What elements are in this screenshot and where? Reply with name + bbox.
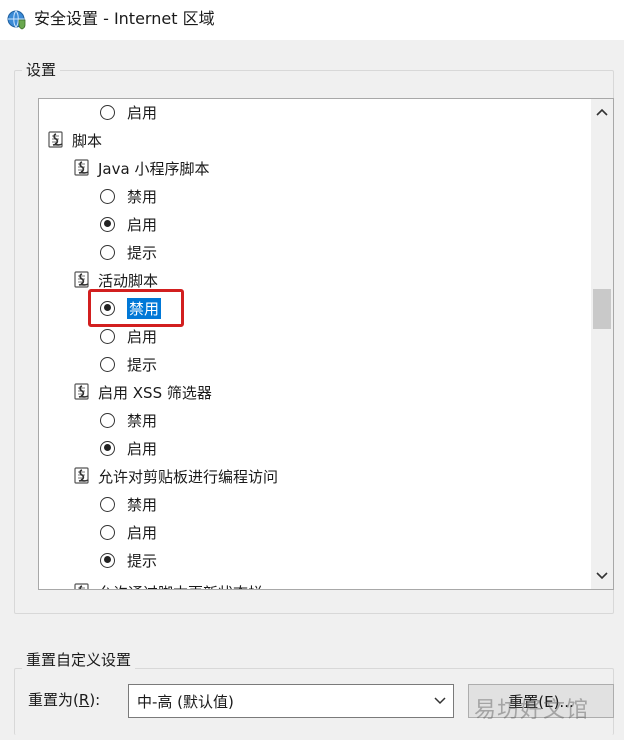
tree-item-label: 脚本 <box>72 131 103 150</box>
scroll-down-arrow-icon[interactable] <box>591 565 613 587</box>
tree-category: 允许对剪贴板进行编程访问 <box>72 463 278 489</box>
tree-item-label: 允许对剪贴板进行编程访问 <box>98 467 279 486</box>
reset-button[interactable]: 重置(E)... <box>468 684 614 718</box>
tree-item-label: 启用 <box>127 103 158 122</box>
scroll-up-arrow-icon[interactable] <box>591 101 613 123</box>
tree-item-label: 禁用 <box>127 411 158 430</box>
radio-unchecked-icon[interactable] <box>100 356 115 372</box>
tree-category: 启用 XSS 筛选器 <box>72 379 212 405</box>
tree-item-label: 禁用 <box>127 495 158 514</box>
radio-unchecked-icon[interactable] <box>100 412 115 428</box>
tree-item-label: 提示 <box>127 355 158 374</box>
tree-item-label: 禁用 <box>127 187 158 206</box>
script-settings-icon <box>72 270 92 290</box>
vertical-scrollbar[interactable] <box>591 99 613 589</box>
tree-option-radio-row[interactable]: 禁用 <box>100 491 157 517</box>
scroll-thumb[interactable] <box>593 289 611 329</box>
tree-item-label: Java 小程序脚本 <box>98 159 210 178</box>
tree-category: Java 小程序脚本 <box>72 155 209 181</box>
tree-item-label: 启用 <box>127 215 158 234</box>
tree-item-label: 活动脚本 <box>98 271 159 290</box>
script-settings-icon <box>72 466 92 486</box>
radio-unchecked-icon[interactable] <box>100 104 115 120</box>
tree-category: 允许通过脚本更新状态栏 <box>72 579 263 590</box>
radio-checked-icon[interactable] <box>100 216 115 232</box>
title-bar: 安全设置 - Internet 区域 <box>0 0 624 40</box>
tree-item-label: 启用 <box>127 327 158 346</box>
reset-to-label: 重置为(R): <box>28 691 101 709</box>
tree-item-label: 启用 XSS 筛选器 <box>98 383 212 402</box>
settings-group-label: 设置 <box>22 60 61 80</box>
reset-group-label: 重置自定义设置 <box>22 650 136 670</box>
security-level-select[interactable]: 中-高 (默认值) <box>128 684 454 718</box>
radio-unchecked-icon[interactable] <box>100 496 115 512</box>
window-title: 安全设置 - Internet 区域 <box>34 9 215 28</box>
tree-item-label: 提示 <box>127 551 158 570</box>
radio-checked-icon[interactable] <box>100 552 115 568</box>
tree-option-radio-row[interactable]: 禁用 <box>100 183 157 209</box>
tree-item-label: 启用 <box>127 523 158 542</box>
annotation-highlight-box <box>88 289 184 327</box>
settings-tree-list[interactable]: 启用 脚本 Java 小程序脚本 禁用 启用 提示 活动脚本 禁用 启用 提示 启用 XSS 筛选器… <box>38 98 614 590</box>
tree-category: 脚本 <box>46 127 102 153</box>
script-settings-icon <box>46 130 66 150</box>
tree-item-label: 提示 <box>127 243 158 262</box>
radio-unchecked-icon[interactable] <box>100 524 115 540</box>
tree-option-radio-row[interactable]: 启用 <box>100 435 157 461</box>
globe-shield-icon <box>7 10 26 30</box>
script-settings-icon <box>72 382 92 402</box>
tree-item-label: 允许通过脚本更新状态栏 <box>98 582 263 590</box>
tree-item-label: 启用 <box>127 439 158 458</box>
tree-option-radio-row[interactable]: 提示 <box>100 351 157 377</box>
chevron-down-icon[interactable] <box>433 693 447 707</box>
tree-option-radio-row[interactable]: 启用 <box>100 211 157 237</box>
radio-unchecked-icon[interactable] <box>100 244 115 260</box>
tree-option-radio-row[interactable]: 提示 <box>100 547 157 573</box>
tree-option-radio-row[interactable]: 禁用 <box>100 407 157 433</box>
script-settings-icon <box>72 158 92 178</box>
security-level-value: 中-高 (默认值) <box>137 692 234 711</box>
radio-unchecked-icon[interactable] <box>100 328 115 344</box>
radio-unchecked-icon[interactable] <box>100 188 115 204</box>
tree-option-radio-row[interactable]: 启用 <box>100 99 157 125</box>
script-settings-icon <box>72 582 92 589</box>
radio-checked-icon[interactable] <box>100 440 115 456</box>
tree-option-radio-row[interactable]: 提示 <box>100 239 157 265</box>
tree-option-radio-row[interactable]: 启用 <box>100 519 157 545</box>
